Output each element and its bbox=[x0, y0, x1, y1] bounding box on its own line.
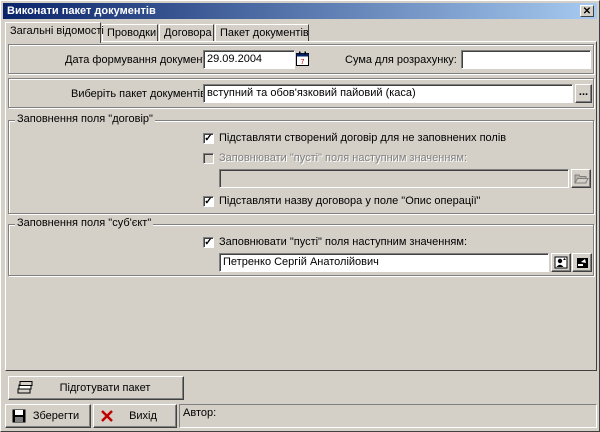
subject-option-label[interactable]: Заповнювати "пусті" поля наступним значе… bbox=[219, 236, 467, 248]
contract-group-title: Заповнення поля "договір" bbox=[15, 113, 155, 125]
prepare-package-button[interactable]: Підготувати пакет bbox=[8, 376, 184, 400]
subject-value-field[interactable]: Петренко Сергій Анатолійович bbox=[219, 253, 549, 272]
exit-label: Вихід bbox=[129, 410, 157, 422]
save-label: Зберегти bbox=[32, 410, 80, 422]
contract-option3-checkbox[interactable]: ✓ bbox=[203, 196, 214, 207]
package-field[interactable]: вступний та обов'язковий пайовий (каса) bbox=[203, 84, 573, 103]
subject-group-title: Заповнення поля "суб'єкт" bbox=[15, 217, 154, 229]
floppy-disk-icon bbox=[12, 409, 26, 423]
tab-document-package[interactable]: Пакет документів bbox=[215, 24, 309, 42]
subject-group: Заповнення поля "суб'єкт" ✓ Заповнювати … bbox=[8, 217, 594, 276]
date-label: Дата формування документів bbox=[65, 54, 216, 66]
package-panel: Виберіть пакет документів вступний та об… bbox=[8, 78, 594, 108]
author-status-panel: Автор: bbox=[179, 404, 597, 428]
contract-option2-label[interactable]: Заповнювати "пусті" поля наступним значе… bbox=[219, 152, 467, 164]
package-browse-button[interactable]: ... bbox=[575, 84, 592, 103]
contract-option2-checkbox[interactable] bbox=[203, 153, 214, 164]
prepare-package-label: Підготувати пакет bbox=[59, 382, 151, 394]
calendar-icon[interactable]: 7 bbox=[296, 51, 309, 66]
subject-option-checkbox[interactable]: ✓ bbox=[203, 237, 214, 248]
tab-page-general: Дата формування документів 29.09.2004 7 … bbox=[5, 41, 597, 400]
contract-group: Заповнення поля "договір" ✓ Підставляти … bbox=[8, 113, 594, 214]
stack-icon bbox=[17, 381, 33, 395]
tab-postings[interactable]: Проводки bbox=[102, 24, 158, 42]
save-button[interactable]: Зберегти bbox=[5, 404, 91, 428]
exit-button[interactable]: Вихід bbox=[93, 404, 177, 428]
tab-contracts[interactable]: Договора bbox=[159, 24, 214, 42]
close-icon[interactable]: ✕ bbox=[580, 5, 594, 17]
person-search-icon[interactable] bbox=[551, 253, 571, 272]
sum-field[interactable] bbox=[461, 50, 591, 69]
contract-option1-checkbox[interactable]: ✓ bbox=[203, 133, 214, 144]
tab-general[interactable]: Загальні відомості bbox=[5, 22, 104, 43]
title-bar: Виконати пакет документів ✕ bbox=[3, 3, 597, 19]
svg-text:7: 7 bbox=[301, 59, 305, 66]
open-card-icon[interactable] bbox=[572, 253, 592, 272]
red-x-icon bbox=[100, 409, 114, 423]
contract-option3-label[interactable]: Підставляти назву договора у поле "Опис … bbox=[219, 195, 481, 207]
package-label: Виберіть пакет документів bbox=[71, 88, 206, 100]
date-sum-panel: Дата формування документів 29.09.2004 7 … bbox=[8, 44, 594, 74]
folder-open-icon[interactable] bbox=[571, 169, 591, 188]
window-title: Виконати пакет документів bbox=[7, 5, 156, 17]
contract-option1-label[interactable]: Підставляти створений договір для не зап… bbox=[219, 132, 506, 144]
contract-value-field[interactable] bbox=[219, 169, 569, 188]
date-field[interactable]: 29.09.2004 bbox=[203, 50, 295, 69]
dialog-window: Виконати пакет документів ✕ Загальні від… bbox=[0, 0, 600, 432]
sum-label: Сума для розрахунку: bbox=[345, 54, 457, 66]
author-label: Автор: bbox=[183, 407, 217, 419]
